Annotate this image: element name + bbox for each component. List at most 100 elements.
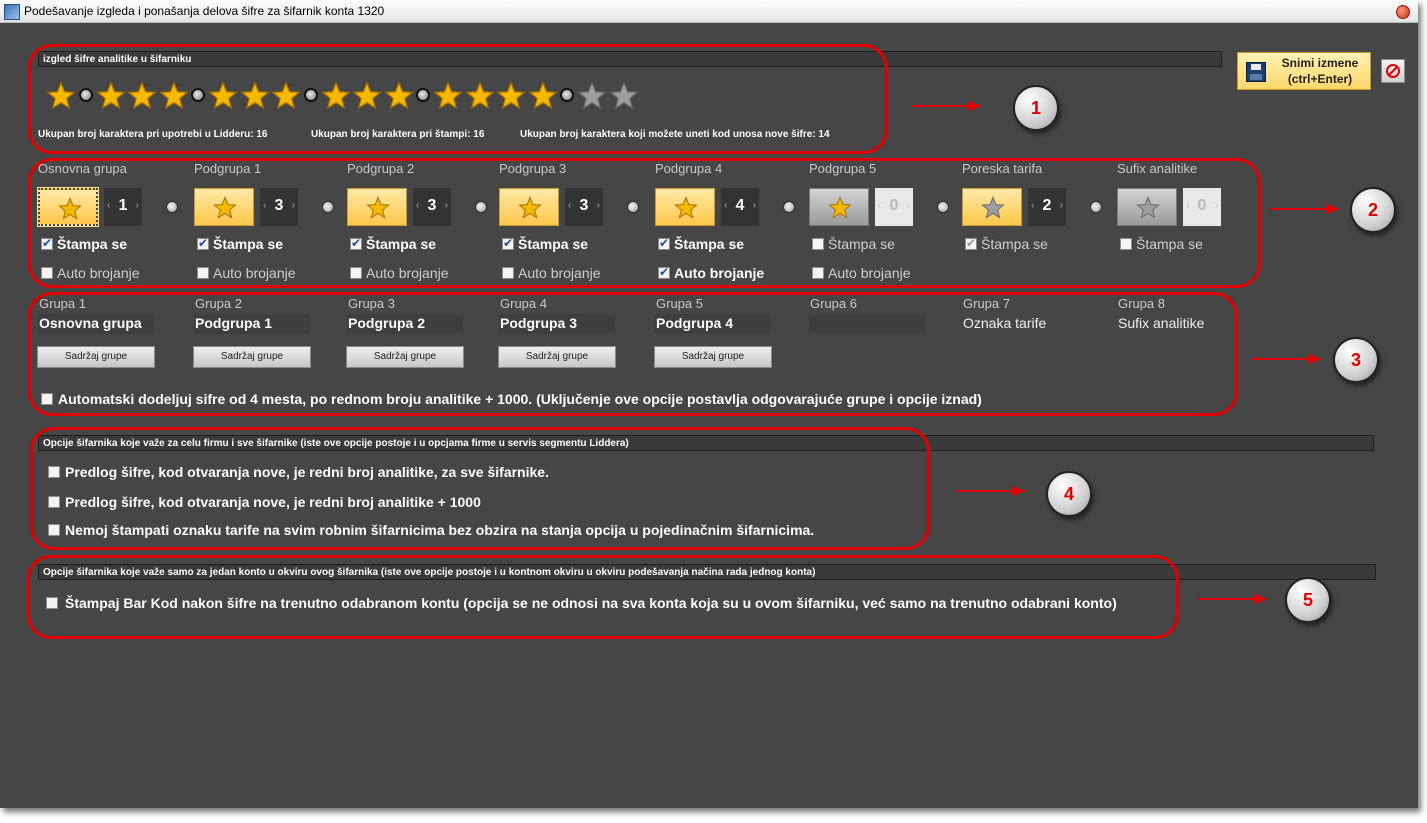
chevron-right-icon[interactable]: › [292,200,295,211]
app-icon [4,4,20,20]
auto-count-checkbox-5[interactable] [658,265,670,279]
group-content-button-1[interactable]: Sadržaj grupe [37,346,155,368]
auto-count-label-2: Auto brojanje [213,265,296,281]
grupa-name-1: Osnovna grupa [39,315,142,331]
star-icon [320,81,351,110]
auto-count-checkbox-3[interactable] [350,267,362,279]
group-star-button-2[interactable] [194,188,254,226]
group-star-button-5[interactable] [655,188,715,226]
annotation-arrow-4 [956,486,1026,496]
auto-count-label-6: Auto brojanje [828,265,911,281]
annotation-badge-3: 3 [1333,337,1379,383]
window-title: Podešavanje izgleda i ponašanja delova š… [24,4,385,18]
auto-count-checkbox-2[interactable] [197,267,209,279]
group-separator-radio-7[interactable] [1090,201,1102,213]
auto-count-checkbox-1[interactable] [41,267,53,279]
annotation-arrow-2 [1270,204,1340,214]
star-icon [828,196,852,219]
chevron-right-icon[interactable]: › [597,200,600,211]
stampa-label-8: Štampa se [1136,236,1203,252]
group-star-button-7[interactable] [962,188,1022,226]
group-content-button-4[interactable]: Sadržaj grupe [498,346,616,368]
chevron-right-icon[interactable]: › [136,200,139,211]
stampa-label-7: Štampa se [981,236,1048,252]
group-length-stepper-1[interactable]: ‹ 1 › [104,188,142,226]
group-length-stepper-8[interactable]: ‹ 0 › [1183,188,1221,226]
title-bar: Podešavanje izgleda i ponašanja delova š… [0,0,1418,23]
preview-star-icon [46,81,76,111]
group-content-button-2[interactable]: Sadržaj grupe [193,346,311,368]
auto-count-checkbox-4[interactable] [502,267,514,279]
preview-separator-icon [560,88,574,102]
grupa-header-5: Grupa 5 [656,296,703,311]
group-star-button-3[interactable] [347,188,407,226]
grupa-name-8: Sufix analitike [1118,315,1205,331]
annotation-badge-1: 1 [1013,85,1059,131]
stampa-checkbox-2[interactable] [197,236,209,250]
star-icon [46,81,76,110]
stampa-checkbox-7[interactable] [965,236,977,250]
group-length-stepper-4[interactable]: ‹ 3 › [565,188,603,226]
chevron-right-icon[interactable]: › [907,200,910,211]
group-length-stepper-2[interactable]: ‹ 3 › [260,188,298,226]
grupa-name-2: Podgrupa 1 [195,315,273,331]
group-header-2: Podgrupa 1 [194,161,262,176]
star-icon [158,81,189,110]
star-icon [518,196,542,219]
preview-star-icon [239,81,270,111]
star-icon [527,81,558,110]
preview-star-icon [271,81,301,111]
group-separator-radio-5[interactable] [783,201,795,213]
star-icon [127,81,157,110]
chevron-right-icon[interactable]: › [1215,200,1218,211]
group-star-button-1[interactable] [38,188,98,226]
group-length-stepper-5[interactable]: ‹ 4 › [721,188,759,226]
group-separator-radio-4[interactable] [627,201,639,213]
group-header-1: Osnovna grupa [38,161,127,176]
stampa-checkbox-1[interactable] [41,236,53,250]
stampa-checkbox-8[interactable] [1120,238,1132,250]
preview-star-icon [95,81,126,111]
settings-window: Podešavanje izgleda i ponašanja delova š… [0,0,1418,808]
group-star-button-6[interactable] [809,188,869,226]
stampa-label-1: Štampa se [57,236,128,252]
grupa-header-4: Grupa 4 [500,296,547,311]
preview-star-icon [383,81,414,111]
group-length-stepper-6[interactable]: ‹ 0 › [875,188,913,226]
group-star-button-4[interactable] [499,188,559,226]
preview-star-icon [127,81,157,111]
group-length-stepper-7[interactable]: ‹ 2 › [1028,188,1066,226]
group-content-button-3[interactable]: Sadržaj grupe [346,346,464,368]
stampa-checkbox-3[interactable] [350,236,362,250]
grupa-name-6 [809,313,810,333]
preview-star-icon [496,81,526,111]
star-icon [981,196,1005,219]
group-separator-radio-1[interactable] [166,201,178,213]
group-separator-radio-6[interactable] [937,201,949,213]
group-content-button-5[interactable]: Sadržaj grupe [654,346,772,368]
cancel-button[interactable] [1381,59,1405,83]
stampa-checkbox-4[interactable] [502,236,514,250]
stampa-label-3: Štampa se [366,236,437,252]
chevron-right-icon[interactable]: › [753,200,756,211]
group-star-button-8[interactable] [1117,188,1177,226]
grupa-header-6: Grupa 6 [810,296,857,311]
annotation-arrow-1 [912,101,982,111]
auto-count-checkbox-6[interactable] [812,267,824,279]
close-icon[interactable] [1396,5,1410,19]
group-separator-radio-2[interactable] [322,201,334,213]
group-length-stepper-3[interactable]: ‹ 3 › [413,188,451,226]
stampa-checkbox-5[interactable] [658,236,670,250]
chevron-right-icon[interactable]: › [445,200,448,211]
group-header-6: Podgrupa 5 [809,161,877,176]
annotation-badge-5: 5 [1285,577,1331,623]
preview-separator-icon [416,88,430,102]
group-separator-radio-3[interactable] [475,201,487,213]
preview-star-icon [208,81,238,111]
preview-star-icon [158,81,189,111]
chevron-right-icon[interactable]: › [1060,200,1063,211]
stampa-checkbox-6[interactable] [812,238,824,250]
save-button[interactable]: Snimi izmene (ctrl+Enter) [1237,52,1371,90]
grupa-header-8: Grupa 8 [1118,296,1165,311]
annotation-badge-4: 4 [1046,471,1092,517]
